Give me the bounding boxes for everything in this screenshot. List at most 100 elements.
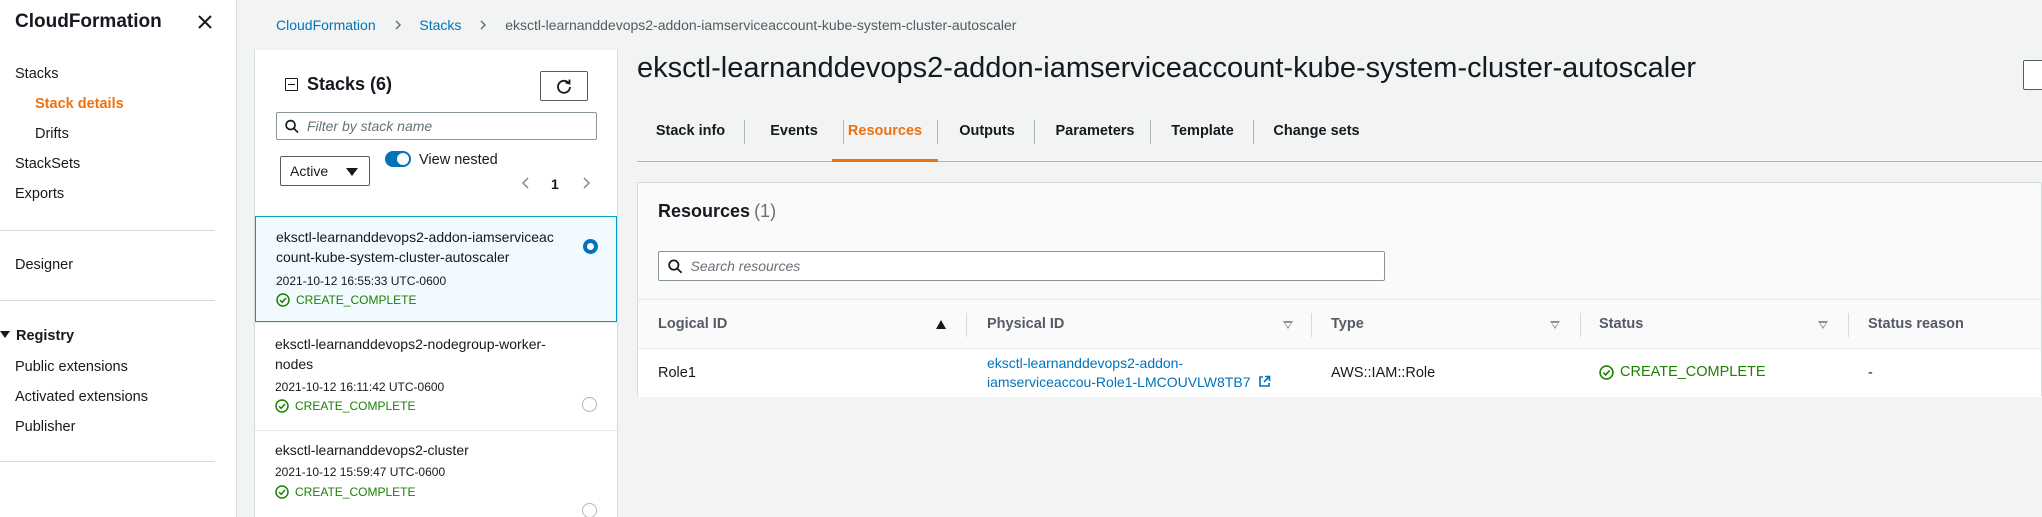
success-icon <box>275 485 289 499</box>
stack-timestamp: 2021-10-12 15:59:47 UTC-0600 <box>275 465 446 479</box>
stack-radio[interactable] <box>583 239 598 254</box>
nav-item-stacksets[interactable]: StackSets <box>15 156 80 172</box>
filter-stacks-input[interactable] <box>306 118 596 134</box>
stacks-panel: Stacks (6) Active View nested 1 eksctl-l… <box>254 50 618 517</box>
collapse-icon[interactable] <box>285 78 298 91</box>
nav-item-stack-details[interactable]: Stack details <box>35 96 124 112</box>
stack-name: eksctl-learnanddevops2-cluster <box>275 442 469 458</box>
nav-item-publisher[interactable]: Publisher <box>15 419 75 435</box>
sort-icon[interactable] <box>1550 321 1560 329</box>
tab-change-sets[interactable]: Change sets <box>1254 112 1379 162</box>
nav-item-drifts[interactable]: Drifts <box>35 126 69 142</box>
column-header-status[interactable]: Status <box>1599 316 1643 332</box>
chevron-right-icon <box>394 20 401 30</box>
success-icon <box>1599 364 1614 380</box>
nav-item-stacks[interactable]: Stacks <box>15 66 59 82</box>
sort-icon[interactable] <box>1283 321 1293 329</box>
refresh-button[interactable] <box>540 71 588 101</box>
search-icon <box>668 259 683 273</box>
breadcrumb-stacks[interactable]: Stacks <box>419 17 461 33</box>
status-filter-value: Active <box>290 163 329 179</box>
tab-stack-info[interactable]: Stack info <box>637 112 744 162</box>
tab-parameters[interactable]: Parameters <box>1035 112 1155 162</box>
nav-divider <box>0 230 215 231</box>
stacks-count: (6) <box>370 74 393 94</box>
resources-title: Resources (1) <box>658 201 777 221</box>
refresh-icon <box>557 79 571 94</box>
nav-section-registry[interactable]: Registry <box>0 328 74 344</box>
stack-timestamp: 2021-10-12 16:55:33 UTC-0600 <box>276 274 447 288</box>
sort-icon[interactable] <box>1818 321 1828 329</box>
search-icon <box>285 119 299 133</box>
filter-stacks-field[interactable] <box>276 112 597 140</box>
search-resources-input[interactable] <box>690 258 1384 274</box>
stack-status: CREATE_COMPLETE <box>276 293 416 307</box>
success-icon <box>276 293 290 307</box>
page-title: eksctl-learnanddevops2-addon-iamservicea… <box>637 52 1696 84</box>
tab-template[interactable]: Template <box>1151 112 1254 162</box>
caret-down-icon <box>346 168 358 176</box>
column-divider[interactable] <box>966 313 967 337</box>
tab-events[interactable]: Events <box>745 112 843 162</box>
breadcrumb: CloudFormation Stacks eksctl-learnanddev… <box>276 17 1016 33</box>
nav-title: CloudFormation <box>15 11 162 32</box>
nav-item-activated-extensions[interactable]: Activated extensions <box>15 389 148 405</box>
tab-resources[interactable]: Resources <box>832 112 938 162</box>
stack-list-item[interactable]: eksctl-learnanddevops2-cluster 2021-10-1… <box>255 430 617 517</box>
column-header-logical-id[interactable]: Logical ID <box>658 316 727 332</box>
nav-item-public-extensions[interactable]: Public extensions <box>15 359 128 375</box>
cell-type: AWS::IAM::Role <box>1331 365 1436 381</box>
view-nested-toggle[interactable] <box>385 151 411 167</box>
stack-status-text: CREATE_COMPLETE <box>295 399 416 413</box>
resources-panel: Resources(1) Logical ID Physical ID Type… <box>637 182 2042 397</box>
nav-item-designer[interactable]: Designer <box>15 257 73 273</box>
tab-outputs[interactable]: Outputs <box>938 112 1036 162</box>
success-icon <box>275 399 289 413</box>
stack-list-item[interactable]: eksctl-learnanddevops2-addon-iamservicea… <box>255 216 617 322</box>
column-divider[interactable] <box>1311 313 1312 337</box>
stack-list-item[interactable]: eksctl-learnanddevops2-nodegroup-worker-… <box>255 322 617 430</box>
table-header: Logical ID Physical ID Type Status Statu… <box>638 299 2041 349</box>
nav-divider <box>0 461 215 462</box>
chevron-right-icon[interactable] <box>579 176 593 190</box>
breadcrumb-current: eksctl-learnanddevops2-addon-iamservicea… <box>505 17 1017 33</box>
table-row: Role1 eksctl-learnanddevops2-addon-iamse… <box>638 349 2041 397</box>
cloudformation-console: CloudFormation Stacks Stack details Drif… <box>0 0 2042 517</box>
stack-status: CREATE_COMPLETE <box>275 399 415 413</box>
chevron-right-icon <box>480 20 487 30</box>
column-header-status-reason[interactable]: Status reason <box>1868 316 1964 332</box>
breadcrumb-cloudformation[interactable]: CloudFormation <box>276 17 376 33</box>
nav-item-exports[interactable]: Exports <box>15 186 64 202</box>
caret-down-icon <box>0 331 10 338</box>
cell-logical-id: Role1 <box>658 365 696 381</box>
status-filter-select[interactable]: Active <box>280 156 370 186</box>
page-number[interactable]: 1 <box>551 176 559 192</box>
column-header-physical-id[interactable]: Physical ID <box>987 316 1064 332</box>
resources-count: (1) <box>754 201 777 221</box>
view-nested-label: View nested <box>419 152 498 168</box>
stack-timestamp: 2021-10-12 16:11:42 UTC-0600 <box>275 380 445 394</box>
actions-button[interactable] <box>2023 60 2042 90</box>
stacks-panel-title: Stacks <box>307 74 366 94</box>
stack-name: eksctl-learnanddevops2-nodegroup-worker-… <box>275 336 546 372</box>
stack-status: CREATE_COMPLETE <box>275 485 415 499</box>
search-resources-field[interactable] <box>658 251 1385 281</box>
chevron-left-icon[interactable] <box>519 176 533 190</box>
nav-divider <box>0 300 215 301</box>
nav-section-label: Registry <box>16 328 75 344</box>
stack-radio[interactable] <box>582 503 597 517</box>
column-divider[interactable] <box>1848 313 1849 337</box>
stacks-panel-header: Stacks (6) <box>285 74 392 95</box>
external-link-icon <box>1259 375 1271 387</box>
cell-physical-id-link[interactable]: eksctl-learnanddevops2-addon-iamservicea… <box>987 354 1271 392</box>
cell-status: CREATE_COMPLETE <box>1599 364 1766 380</box>
column-header-type[interactable]: Type <box>1331 316 1364 332</box>
stack-radio[interactable] <box>582 397 597 412</box>
stack-name: eksctl-learnanddevops2-addon-iamservicea… <box>276 229 554 265</box>
stack-status-text: CREATE_COMPLETE <box>296 293 417 307</box>
stack-status-text: CREATE_COMPLETE <box>295 485 416 499</box>
side-navigation: CloudFormation Stacks Stack details Drif… <box>0 0 237 517</box>
column-divider[interactable] <box>1580 313 1581 337</box>
close-icon[interactable] <box>194 11 216 33</box>
sort-ascending-icon[interactable] <box>936 320 946 329</box>
